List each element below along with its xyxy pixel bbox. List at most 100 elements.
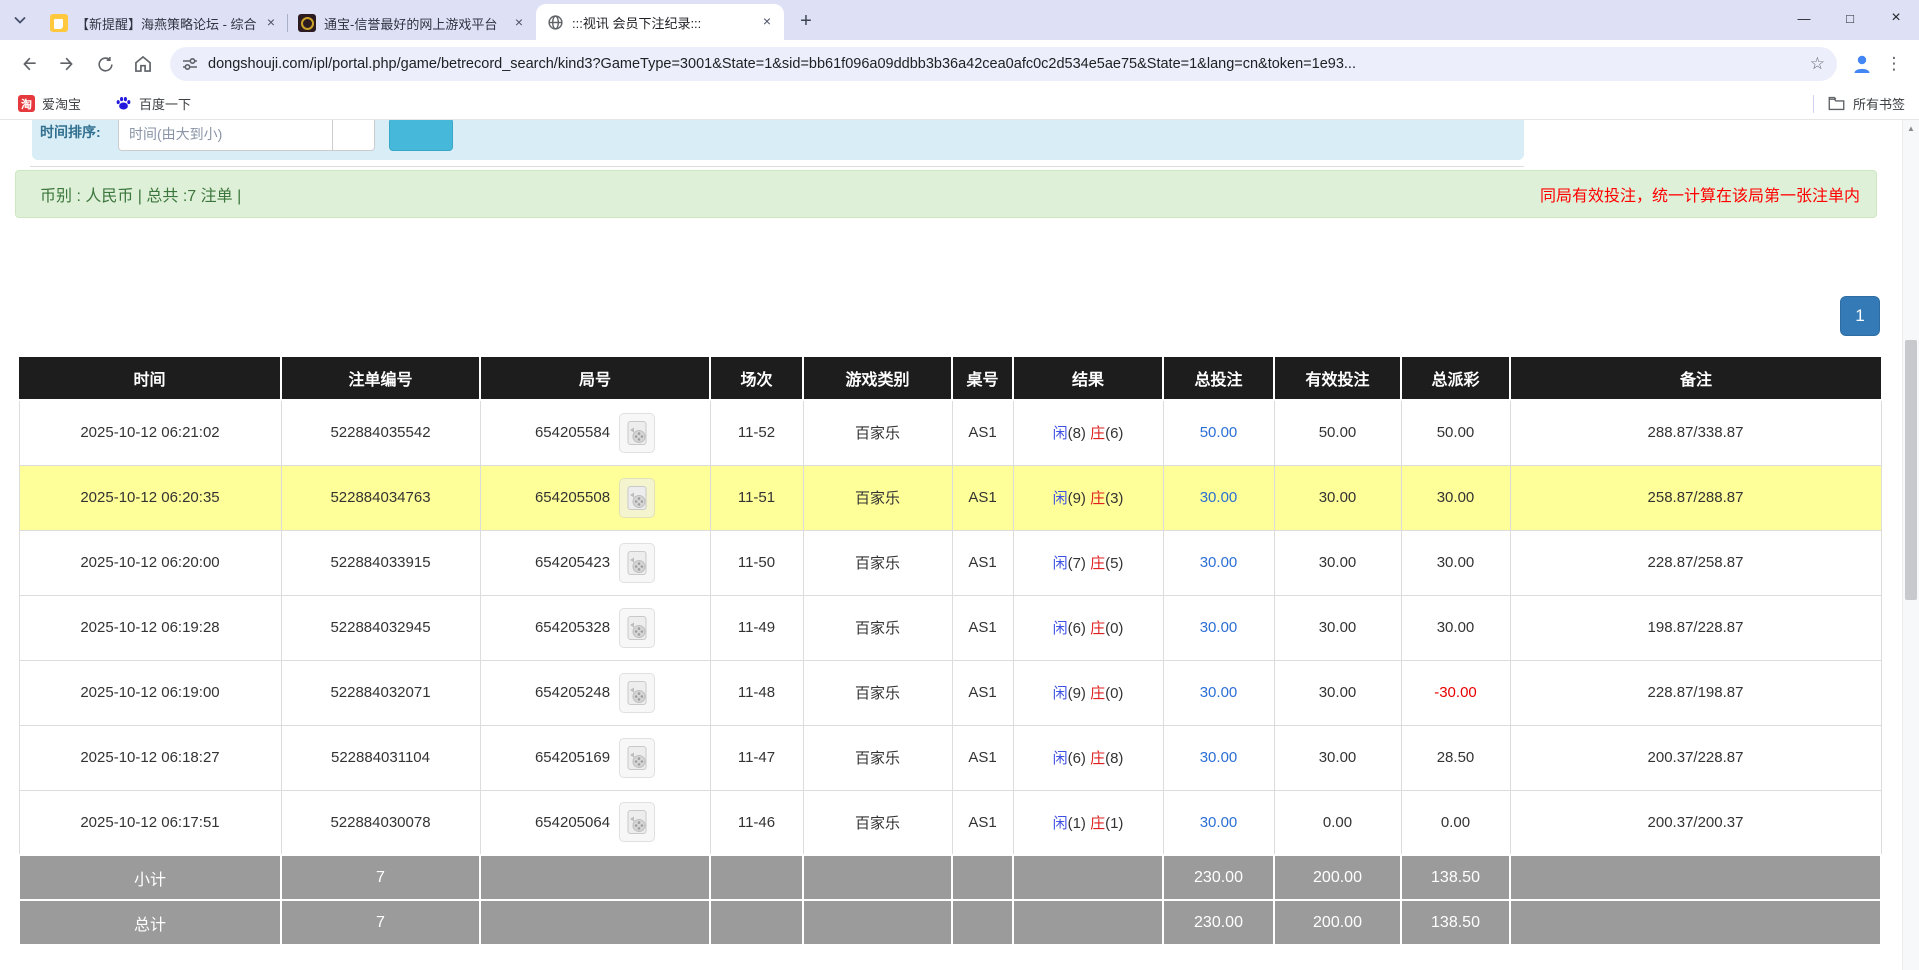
all-bookmarks-label: 所有书签 (1853, 94, 1905, 113)
column-header-6: 结果 (1013, 357, 1163, 400)
column-header-4: 游戏类别 (803, 357, 952, 400)
film-reel-icon (626, 680, 648, 706)
forum-favicon-icon (50, 14, 68, 32)
tab-close-icon[interactable]: × (510, 14, 528, 32)
baidu-paw-icon (115, 95, 132, 112)
column-header-8: 有效投注 (1274, 357, 1401, 400)
cell-session: 11-49 (710, 595, 803, 660)
browser-tab-tongbao[interactable]: 通宝-信誉最好的网上游戏平台 × (288, 6, 536, 40)
cell-total-bet-link[interactable]: 30.00 (1163, 465, 1274, 530)
new-tab-button[interactable]: + (790, 5, 822, 37)
cell-total-bet-link[interactable]: 30.00 (1163, 595, 1274, 660)
url-text[interactable]: dongshouji.com/ipl/portal.php/game/betre… (208, 56, 1802, 72)
video-replay-button[interactable] (619, 413, 655, 453)
reload-button[interactable] (86, 45, 124, 83)
browser-menu-button[interactable]: ⋮ (1879, 47, 1909, 81)
cell-result: 闲(8) 庄(6) (1013, 400, 1163, 465)
total-payout: 138.50 (1401, 900, 1510, 945)
cell-table-number: AS1 (952, 400, 1013, 465)
bet-record-row: 2025-10-12 06:20:00522884033915654205423… (19, 530, 1881, 595)
film-reel-icon (626, 615, 648, 641)
site-settings-icon[interactable] (182, 56, 198, 72)
cell-game-type: 百家乐 (803, 595, 952, 660)
filter-submit-button[interactable] (389, 120, 453, 151)
sort-select[interactable] (333, 120, 375, 151)
browser-tab-betrecord-active[interactable]: :::视讯 会员下注纪录::: × (536, 4, 784, 40)
column-header-3: 场次 (710, 357, 803, 400)
scroll-up-arrow-icon[interactable]: ▲ (1903, 124, 1919, 133)
total-empty (1510, 900, 1881, 945)
subtotal-valid-bet: 200.00 (1274, 855, 1401, 900)
cell-payout: 30.00 (1401, 595, 1510, 660)
cell-game-type: 百家乐 (803, 465, 952, 530)
total-empty (952, 900, 1013, 945)
column-header-0: 时间 (19, 357, 281, 400)
cell-round-number: 654205508 (480, 465, 710, 530)
cell-payout: 0.00 (1401, 790, 1510, 855)
bookmark-label: 爱淘宝 (42, 94, 81, 113)
video-replay-button[interactable] (619, 673, 655, 713)
profile-avatar[interactable] (1845, 47, 1879, 81)
cell-total-bet-link[interactable]: 30.00 (1163, 790, 1274, 855)
url-bar[interactable]: dongshouji.com/ipl/portal.php/game/betre… (170, 47, 1837, 81)
total-empty (1013, 900, 1163, 945)
cell-table-number: AS1 (952, 530, 1013, 595)
back-button[interactable] (10, 45, 48, 83)
cell-table-number: AS1 (952, 660, 1013, 725)
tab-close-icon[interactable]: × (758, 13, 776, 31)
reload-icon (96, 55, 115, 74)
cell-table-number: AS1 (952, 790, 1013, 855)
column-header-10: 备注 (1510, 357, 1881, 400)
cell-time: 2025-10-12 06:19:00 (19, 660, 281, 725)
close-button[interactable]: × (1873, 0, 1919, 36)
minimize-button[interactable]: — (1781, 0, 1827, 36)
total-empty (710, 900, 803, 945)
cell-bet-number: 522884031104 (281, 725, 480, 790)
cell-note: 200.37/200.37 (1510, 790, 1881, 855)
bookmark-star-icon[interactable]: ☆ (1810, 54, 1825, 74)
forward-button[interactable] (48, 45, 86, 83)
cell-total-bet-link[interactable]: 30.00 (1163, 725, 1274, 790)
video-replay-button[interactable] (619, 543, 655, 583)
cell-total-bet-link[interactable]: 50.00 (1163, 400, 1274, 465)
cell-session: 11-50 (710, 530, 803, 595)
cell-result: 闲(7) 庄(5) (1013, 530, 1163, 595)
cell-result: 闲(6) 庄(8) (1013, 725, 1163, 790)
cell-result: 闲(1) 庄(1) (1013, 790, 1163, 855)
bookmark-baidu[interactable]: 百度一下 (111, 92, 195, 116)
scrollbar-thumb[interactable] (1905, 340, 1917, 600)
cell-total-bet-link[interactable]: 30.00 (1163, 530, 1274, 595)
cell-total-bet-link[interactable]: 30.00 (1163, 660, 1274, 725)
maximize-button[interactable]: □ (1827, 0, 1873, 36)
video-replay-button[interactable] (619, 478, 655, 518)
video-replay-button[interactable] (619, 608, 655, 648)
subtotal-total-bet: 230.00 (1163, 855, 1274, 900)
pagination-page-1-button[interactable]: 1 (1840, 296, 1880, 336)
subtotal-empty (1510, 855, 1881, 900)
cell-valid-bet: 0.00 (1274, 790, 1401, 855)
subtotal-empty (952, 855, 1013, 900)
bet-record-table: 时间注单编号局号场次游戏类别桌号结果总投注有效投注总派彩备注 2025-10-1… (18, 357, 1882, 946)
browser-tab-forum[interactable]: 【新提醒】海燕策略论坛 - 综合 × (40, 6, 288, 40)
subtotal-empty (710, 855, 803, 900)
tongbao-favicon-icon (298, 14, 316, 32)
cell-bet-number: 522884033915 (281, 530, 480, 595)
cell-note: 228.87/258.87 (1510, 530, 1881, 595)
tab-close-icon[interactable]: × (262, 14, 280, 32)
bookmark-aitaobao[interactable]: 淘 爱淘宝 (14, 92, 85, 116)
tab-title: :::视讯 会员下注纪录::: (572, 13, 752, 32)
cell-bet-number: 522884032945 (281, 595, 480, 660)
cell-time: 2025-10-12 06:21:02 (19, 400, 281, 465)
cell-session: 11-51 (710, 465, 803, 530)
column-header-5: 桌号 (952, 357, 1013, 400)
page-scrollbar[interactable]: ▲ (1902, 120, 1919, 970)
tab-search-button[interactable] (0, 0, 40, 40)
subtotal-count: 7 (281, 855, 480, 900)
column-header-7: 总投注 (1163, 357, 1274, 400)
video-replay-button[interactable] (619, 738, 655, 778)
video-replay-button[interactable] (619, 802, 655, 842)
sort-input[interactable] (118, 120, 333, 151)
filter-form-panel: 时间排序: (32, 120, 1524, 160)
home-button[interactable] (124, 45, 162, 83)
all-bookmarks-button[interactable]: 所有书签 (1828, 94, 1905, 113)
